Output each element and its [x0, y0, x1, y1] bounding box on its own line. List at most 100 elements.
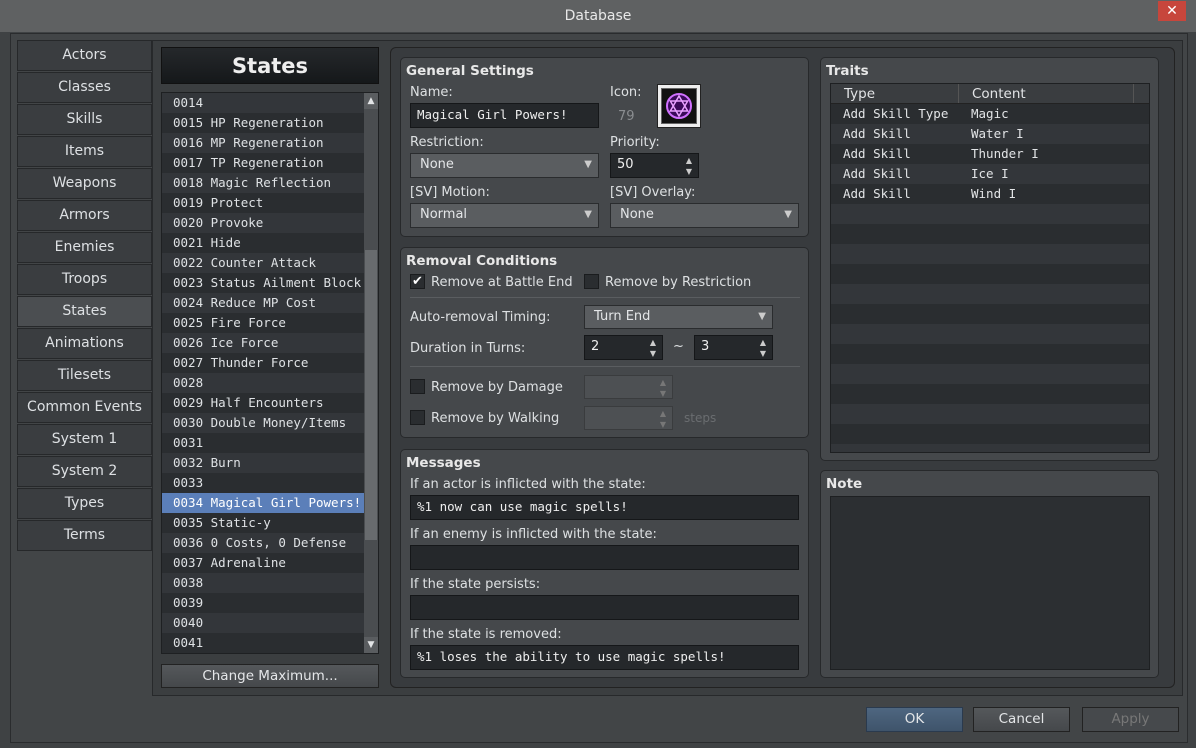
nav-item-common-events[interactable]: Common Events: [17, 392, 152, 423]
list-item[interactable]: 0015 HP Regeneration: [162, 113, 364, 133]
nav-item-items[interactable]: Items: [17, 136, 152, 167]
walking-spinner[interactable]: ▲ ▼: [584, 406, 673, 430]
enemy-message-input[interactable]: [410, 545, 799, 570]
trait-row[interactable]: [831, 264, 1149, 284]
duration-max-spinner[interactable]: 3 ▲ ▼: [694, 335, 773, 360]
name-label: Name:: [410, 85, 453, 100]
trait-row[interactable]: Add Skill Thunder I: [831, 144, 1149, 164]
list-item[interactable]: 0039: [162, 593, 364, 613]
scroll-down-icon[interactable]: ▼: [364, 637, 378, 653]
nav-item-system-1[interactable]: System 1: [17, 424, 152, 455]
list-item[interactable]: 0028: [162, 373, 364, 393]
motion-label: [SV] Motion:: [410, 185, 490, 200]
scroll-up-icon[interactable]: ▲: [364, 93, 378, 109]
note-textarea[interactable]: [830, 496, 1150, 670]
nav-item-tilesets[interactable]: Tilesets: [17, 360, 152, 391]
trait-row[interactable]: [831, 244, 1149, 264]
nav-item-states[interactable]: States: [17, 296, 152, 327]
trait-row[interactable]: [831, 384, 1149, 404]
overlay-dropdown[interactable]: None ▼: [610, 203, 799, 228]
ok-button[interactable]: OK: [866, 707, 963, 732]
trait-row[interactable]: [831, 404, 1149, 424]
list-item[interactable]: 0038: [162, 573, 364, 593]
timing-value: Turn End: [594, 309, 651, 324]
list-item[interactable]: 0024 Reduce MP Cost: [162, 293, 364, 313]
name-input[interactable]: Magical Girl Powers!: [410, 103, 599, 128]
list-item[interactable]: 0020 Provoke: [162, 213, 364, 233]
trait-row[interactable]: [831, 224, 1149, 244]
list-item[interactable]: 0037 Adrenaline: [162, 553, 364, 573]
list-item[interactable]: 0031: [162, 433, 364, 453]
list-item[interactable]: 0040: [162, 613, 364, 633]
list-item[interactable]: 0018 Magic Reflection: [162, 173, 364, 193]
by-damage-checkbox[interactable]: [410, 379, 425, 394]
trait-row[interactable]: Add Skill Wind I: [831, 184, 1149, 204]
list-item[interactable]: 0019 Protect: [162, 193, 364, 213]
list-item[interactable]: 0035 Static-y: [162, 513, 364, 533]
duration-min-spinner[interactable]: 2 ▲ ▼: [584, 335, 663, 360]
scrollbar-thumb[interactable]: [365, 250, 377, 540]
list-item[interactable]: 0023 Status Ailment Block: [162, 273, 364, 293]
nav-item-weapons[interactable]: Weapons: [17, 168, 152, 199]
spin-arrows-icon[interactable]: ▲ ▼: [650, 337, 656, 359]
list-item[interactable]: 0034 Magical Girl Powers!: [162, 493, 364, 513]
trait-row[interactable]: Add Skill Type Magic: [831, 104, 1149, 124]
trait-row[interactable]: [831, 424, 1149, 444]
nav-item-troops[interactable]: Troops: [17, 264, 152, 295]
nav-item-actors[interactable]: Actors: [17, 40, 152, 71]
trait-row[interactable]: [831, 444, 1149, 452]
trait-row[interactable]: [831, 304, 1149, 324]
spin-arrows-icon[interactable]: ▲ ▼: [760, 337, 766, 359]
col-type[interactable]: Type: [831, 84, 959, 103]
icon-picker[interactable]: [657, 84, 701, 128]
list-item[interactable]: 0032 Burn: [162, 453, 364, 473]
trait-row[interactable]: Add Skill Water I: [831, 124, 1149, 144]
list-item[interactable]: 0033: [162, 473, 364, 493]
list-item[interactable]: 0017 TP Regeneration: [162, 153, 364, 173]
col-content[interactable]: Content: [959, 84, 1134, 103]
motion-dropdown[interactable]: Normal ▼: [410, 203, 599, 228]
cancel-button[interactable]: Cancel: [973, 707, 1070, 732]
trait-row[interactable]: [831, 364, 1149, 384]
priority-spinner[interactable]: 50 ▲ ▼: [610, 153, 699, 178]
nav-item-armors[interactable]: Armors: [17, 200, 152, 231]
nav-item-animations[interactable]: Animations: [17, 328, 152, 359]
states-list[interactable]: 0014 0015 HP Regeneration 0016 MP Regenera…: [161, 92, 379, 654]
list-item[interactable]: 0029 Half Encounters: [162, 393, 364, 413]
list-item[interactable]: 0036 0 Costs, 0 Defense: [162, 533, 364, 553]
trait-row[interactable]: [831, 284, 1149, 304]
list-item[interactable]: 0026 Ice Force: [162, 333, 364, 353]
list-item[interactable]: 0014: [162, 93, 364, 113]
list-item[interactable]: 0021 Hide: [162, 233, 364, 253]
list-item[interactable]: 0027 Thunder Force: [162, 353, 364, 373]
nav-item-system-2[interactable]: System 2: [17, 456, 152, 487]
persist-message-input[interactable]: [410, 595, 799, 620]
restriction-dropdown[interactable]: None ▼: [410, 153, 599, 178]
spin-arrows-icon[interactable]: ▲ ▼: [686, 155, 692, 177]
list-item[interactable]: 0022 Counter Attack: [162, 253, 364, 273]
by-walking-checkbox[interactable]: [410, 410, 425, 425]
traits-table[interactable]: Type Content Add Skill Type Magic Add Skill…: [830, 83, 1150, 453]
apply-button[interactable]: Apply: [1082, 707, 1179, 732]
close-button[interactable]: ✕: [1158, 1, 1186, 21]
nav-item-classes[interactable]: Classes: [17, 72, 152, 103]
by-restriction-checkbox[interactable]: [584, 274, 599, 289]
nav-item-terms[interactable]: Terms: [17, 520, 152, 551]
damage-spinner[interactable]: ▲ ▼: [584, 375, 673, 399]
list-item[interactable]: 0041: [162, 633, 364, 653]
list-item[interactable]: 0016 MP Regeneration: [162, 133, 364, 153]
list-item[interactable]: 0030 Double Money/Items: [162, 413, 364, 433]
timing-dropdown[interactable]: Turn End ▼: [584, 305, 773, 329]
nav-item-skills[interactable]: Skills: [17, 104, 152, 135]
trait-row[interactable]: [831, 344, 1149, 364]
removed-message-input[interactable]: %1 loses the ability to use magic spells…: [410, 645, 799, 670]
list-item[interactable]: 0025 Fire Force: [162, 313, 364, 333]
actor-message-input[interactable]: %1 now can use magic spells!: [410, 495, 799, 520]
battle-end-checkbox[interactable]: ✔: [410, 274, 425, 289]
trait-row[interactable]: Add Skill Ice I: [831, 164, 1149, 184]
nav-item-types[interactable]: Types: [17, 488, 152, 519]
nav-item-enemies[interactable]: Enemies: [17, 232, 152, 263]
change-maximum-button[interactable]: Change Maximum...: [161, 664, 379, 688]
trait-row[interactable]: [831, 324, 1149, 344]
trait-row[interactable]: [831, 204, 1149, 224]
